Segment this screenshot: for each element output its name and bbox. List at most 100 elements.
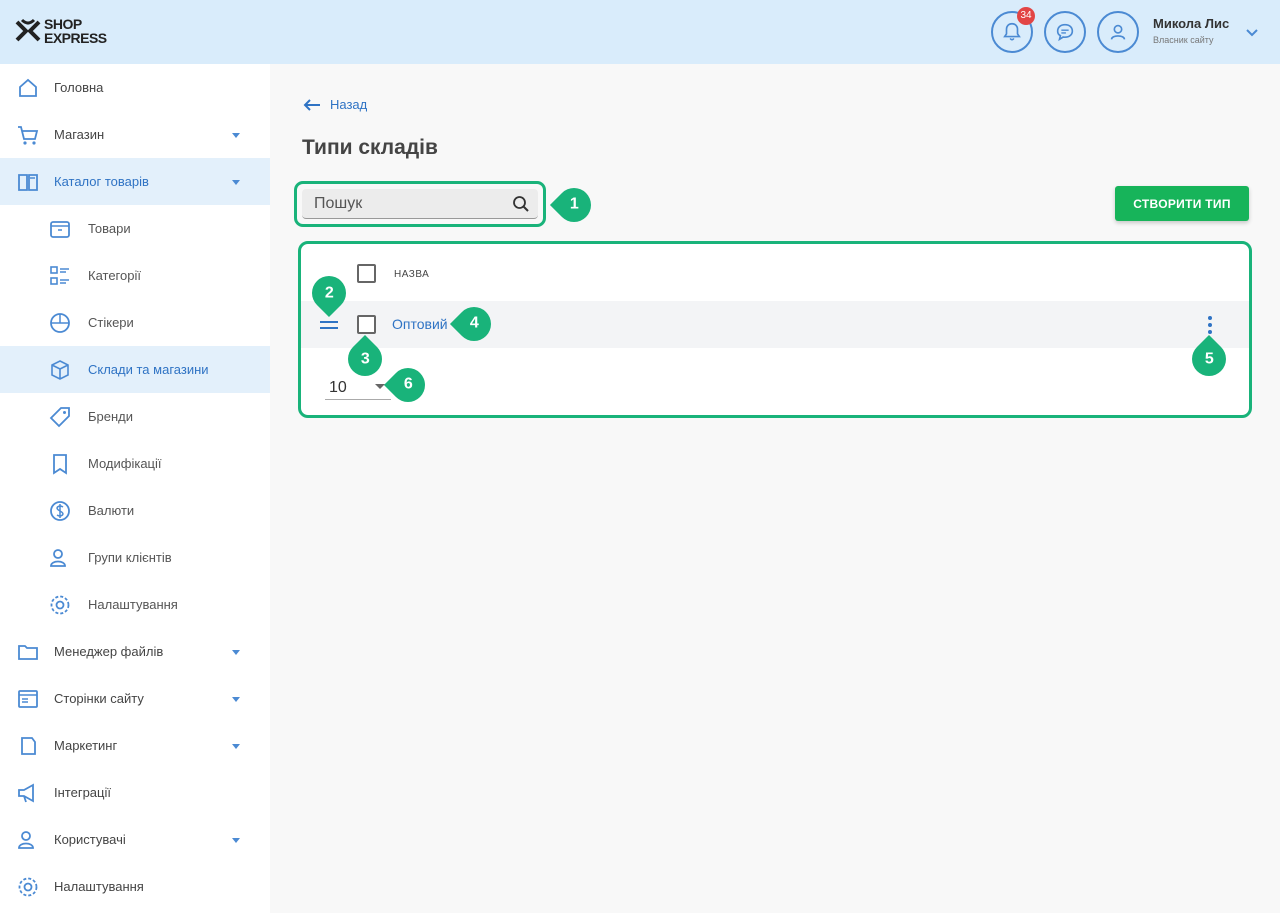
logo-icon [15, 18, 41, 42]
cube-icon [51, 359, 69, 380]
page-icon [18, 689, 38, 708]
back-link[interactable]: Назад [302, 97, 367, 112]
folder-icon [18, 644, 38, 660]
top-bar: SHOP EXPRESS 34 Микола Лис Власник сайту [0, 0, 1280, 64]
messages-button[interactable] [1044, 11, 1086, 53]
back-label: Назад [330, 97, 368, 112]
sidebar-item-label: Магазин [54, 127, 105, 142]
profile-button[interactable] [1097, 11, 1139, 53]
sidebar-item-label: Стікери [88, 315, 134, 330]
book-icon [18, 173, 38, 191]
sidebar-item-modifications[interactable]: Модифікації [0, 440, 270, 487]
sidebar-item-catalog[interactable]: Каталог товарів [0, 158, 270, 205]
users-icon [50, 548, 66, 567]
table-highlight: НАЗВА Оптовий 10 [298, 241, 1252, 418]
search-icon[interactable] [512, 195, 530, 213]
logo[interactable]: SHOP EXPRESS [14, 16, 124, 50]
drag-handle-icon[interactable] [319, 319, 339, 331]
callout-number: 3 [360, 350, 370, 367]
sidebar-item-label: Налаштування [88, 597, 178, 612]
search-input[interactable] [314, 189, 504, 219]
box-icon [50, 220, 70, 238]
sidebar-item-customer-groups[interactable]: Групи клієнтів [0, 534, 270, 581]
sidebar-item-label: Групи клієнтів [88, 550, 172, 565]
callout-number: 6 [403, 376, 413, 393]
callout-1: 1 [549, 180, 599, 230]
callout-number: 2 [324, 284, 334, 301]
notification-count-badge: 34 [1017, 7, 1035, 25]
create-type-button[interactable]: СТВОРИТИ ТИП [1115, 186, 1249, 221]
sidebar-item-label: Маркетинг [54, 738, 118, 753]
sidebar-item-users[interactable]: Користувачі [0, 816, 270, 863]
home-icon [19, 78, 37, 97]
sidebar-item-stickers[interactable]: Стікери [0, 299, 270, 346]
cart-icon [18, 125, 39, 145]
chat-icon [1056, 23, 1074, 42]
caret-down-icon [232, 132, 240, 138]
sidebar: Головна Магазин Каталог товарів Товари К… [0, 64, 270, 913]
callout-number: 5 [1204, 350, 1214, 367]
sidebar-item-products[interactable]: Товари [0, 205, 270, 252]
marketing-icon [21, 736, 36, 755]
callout-number: 4 [469, 315, 479, 332]
sidebar-item-label: Менеджер файлів [54, 644, 164, 659]
caret-down-icon [232, 696, 240, 702]
rows-per-page-select[interactable]: 10 [325, 373, 391, 400]
user-icon [18, 830, 34, 849]
sidebar-item-integrations[interactable]: Інтеграції [0, 769, 270, 816]
sidebar-item-label: Валюти [88, 503, 135, 518]
bookmark-icon [53, 453, 67, 475]
more-vertical-icon[interactable] [1200, 314, 1220, 336]
logo-line-1: SHOP [44, 16, 82, 32]
gear-icon [50, 595, 70, 614]
notifications-button[interactable]: 34 [991, 7, 1035, 53]
sidebar-item-file-manager[interactable]: Менеджер файлів [0, 628, 270, 675]
chevron-down-icon[interactable] [1244, 24, 1260, 40]
row-name-link[interactable]: Оптовий [392, 316, 448, 332]
caret-down-icon [232, 837, 240, 843]
sidebar-item-label: Інтеграції [54, 785, 111, 800]
sidebar-item-catalog-settings[interactable]: Налаштування [0, 581, 270, 628]
rows-per-page-value: 10 [329, 379, 347, 396]
sidebar-item-warehouses[interactable]: Склади та магазини [0, 346, 270, 393]
sidebar-item-label: Модифікації [88, 456, 162, 471]
search-highlight [294, 181, 546, 227]
sidebar-item-settings[interactable]: Налаштування [0, 863, 270, 910]
user-icon [1110, 24, 1126, 40]
search-box [302, 189, 538, 219]
sidebar-item-label: Бренди [88, 409, 134, 424]
column-header-name[interactable]: НАЗВА [394, 269, 429, 280]
sidebar-item-label: Користувачі [54, 832, 126, 847]
table-row[interactable]: Оптовий [301, 301, 1249, 348]
megaphone-icon [18, 782, 34, 803]
category-icon [50, 265, 69, 285]
callout-number: 1 [569, 196, 579, 213]
sidebar-item-categories[interactable]: Категорії [0, 252, 270, 299]
tag-icon [49, 406, 70, 427]
user-name[interactable]: Микола Лис [1153, 16, 1229, 31]
caret-down-icon [232, 179, 240, 185]
gear-icon [18, 877, 38, 896]
sidebar-item-site-pages[interactable]: Сторінки сайту [0, 675, 270, 722]
caret-down-icon [232, 649, 240, 655]
sticker-icon [50, 312, 70, 333]
sidebar-item-label: Каталог товарів [54, 174, 149, 189]
user-role: Власник сайту [1153, 35, 1214, 45]
sidebar-item-shop[interactable]: Магазин [0, 111, 270, 158]
sidebar-item-currencies[interactable]: Валюти [0, 487, 270, 534]
sidebar-item-label: Склади та магазини [88, 362, 209, 377]
page-title: Типи складів [302, 136, 438, 159]
sidebar-item-label: Категорії [88, 268, 141, 283]
sidebar-item-marketing[interactable]: Маркетинг [0, 722, 270, 769]
dollar-icon [50, 500, 70, 521]
sidebar-item-home[interactable]: Головна [0, 64, 270, 111]
select-all-checkbox[interactable] [357, 264, 376, 283]
arrow-left-icon [303, 98, 320, 111]
logo-line-2: EXPRESS [44, 30, 107, 46]
row-checkbox[interactable] [357, 315, 376, 334]
sidebar-item-brands[interactable]: Бренди [0, 393, 270, 440]
logo-text: SHOP EXPRESS [44, 17, 107, 45]
sidebar-item-label: Головна [54, 80, 104, 95]
sidebar-item-label: Налаштування [54, 879, 144, 894]
sidebar-item-label: Товари [88, 221, 131, 236]
